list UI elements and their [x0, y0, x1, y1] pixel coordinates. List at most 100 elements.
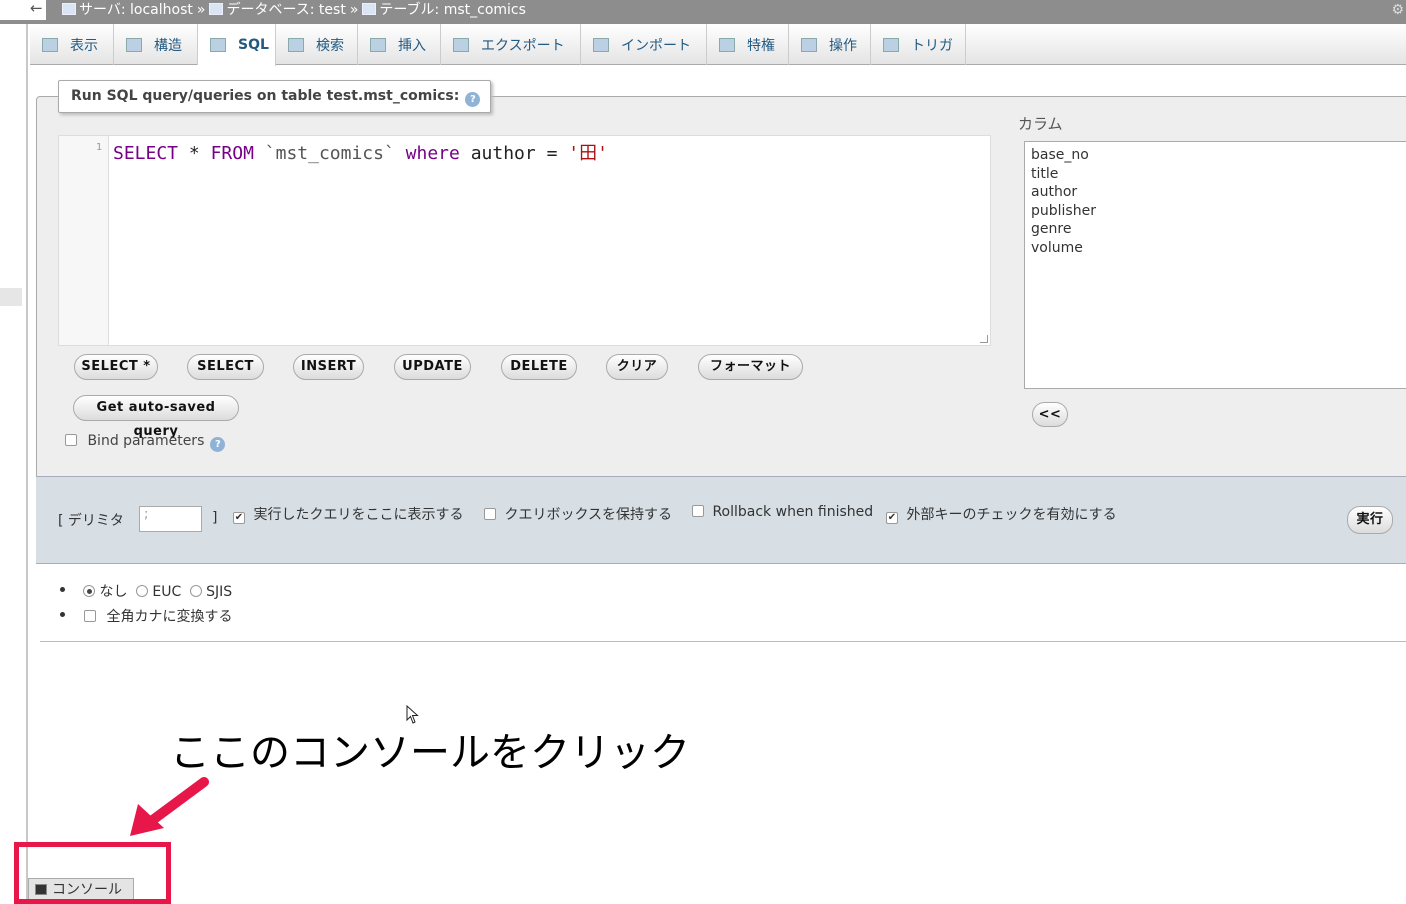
tab-export[interactable]: エクスポート — [441, 24, 581, 65]
tab-privileges[interactable]: 特権 — [707, 24, 789, 65]
columns-label: カラム — [1018, 115, 1063, 133]
insert-icon — [370, 37, 386, 52]
breadcrumb-separator: » — [196, 2, 206, 18]
divider — [40, 641, 1406, 642]
column-option[interactable]: title — [1031, 165, 1403, 184]
list-bullet — [60, 587, 65, 592]
tab-import[interactable]: インポート — [581, 24, 707, 65]
annotation-text: ここのコンソールをクリック — [170, 730, 690, 776]
table-icon — [362, 3, 377, 15]
tab-insert[interactable]: 挿入 — [358, 24, 441, 65]
clear-button[interactable]: クリア — [606, 354, 668, 380]
column-option[interactable]: genre — [1031, 220, 1403, 239]
search-icon — [288, 37, 304, 52]
bind-parameters-label: Bind parameters — [87, 433, 205, 449]
trigger-icon — [883, 37, 899, 52]
keep-query-box-checkbox[interactable] — [484, 508, 496, 520]
sql-operator: = — [546, 143, 558, 164]
column-option[interactable]: base_no — [1031, 146, 1403, 165]
tab-structure[interactable]: 構造 — [114, 24, 198, 65]
kana-option[interactable]: 全角カナに変換する — [84, 606, 232, 626]
navigation-panel-edge — [0, 0, 28, 902]
show-query-option[interactable]: ✔ 実行したクエリをここに表示する — [233, 504, 463, 524]
privileges-icon — [719, 37, 735, 52]
annotation-highlight-box — [14, 842, 171, 904]
gear-icon[interactable]: ⚙ — [1391, 0, 1404, 20]
query-panel-legend: Run SQL query/queries on table test.mst_… — [58, 80, 491, 113]
select-button[interactable]: SELECT — [187, 354, 264, 380]
breadcrumb-table[interactable]: テーブル: mst_comics — [379, 2, 526, 18]
column-option[interactable]: author — [1031, 183, 1403, 202]
delimiter-bracket: ] — [212, 510, 218, 526]
list-bullet — [60, 612, 65, 617]
wrench-icon — [801, 37, 817, 52]
bind-parameters-checkbox[interactable] — [65, 434, 77, 446]
keep-query-box-option[interactable]: クエリボックスを保持する — [484, 504, 672, 524]
tab-search[interactable]: 検索 — [276, 24, 358, 65]
sql-editor[interactable]: 1 SELECT * FROM `mst_comics` where autho… — [58, 135, 991, 346]
execute-button[interactable]: 実行 — [1347, 506, 1393, 534]
tab-bar: 表示 構造 SQL 検索 挿入 エクスポート インポート 特権 操作 トリガ — [30, 24, 1406, 66]
sql-star: * — [188, 143, 200, 164]
encoding-sjis-label: SJIS — [206, 584, 233, 600]
columns-listbox[interactable]: base_no title author publisher genre vol… — [1024, 141, 1406, 389]
tab-operations[interactable]: 操作 — [789, 24, 871, 65]
line-numbers: 1 — [59, 136, 109, 345]
column-option[interactable]: publisher — [1031, 202, 1403, 221]
tab-sql[interactable]: SQL — [198, 24, 276, 66]
bind-parameters-row[interactable]: Bind parameters? — [65, 433, 226, 452]
select-star-button[interactable]: SELECT * — [74, 354, 158, 380]
delimiter-input[interactable]: ; — [139, 506, 202, 532]
rollback-checkbox[interactable] — [692, 505, 704, 517]
format-button[interactable]: フォーマット — [698, 354, 803, 380]
back-arrow-icon[interactable]: ← — [0, 0, 46, 20]
annotation-arrow-icon — [130, 777, 209, 836]
column-option[interactable]: volume — [1031, 239, 1403, 258]
server-icon — [62, 3, 76, 15]
update-button[interactable]: UPDATE — [394, 354, 471, 380]
sql-column-name: author — [470, 143, 536, 164]
database-icon — [209, 3, 224, 15]
encoding-euc-radio[interactable] — [135, 585, 148, 597]
sql-string-value: '田' — [568, 143, 608, 164]
kana-checkbox[interactable] — [84, 610, 96, 622]
show-query-label: 実行したクエリをここに表示する — [253, 507, 464, 523]
delete-button[interactable]: DELETE — [501, 354, 577, 380]
breadcrumb-database[interactable]: データベース: test — [226, 2, 345, 18]
collapse-handle[interactable] — [0, 288, 22, 306]
sql-icon — [210, 38, 226, 52]
resize-handle[interactable] — [980, 335, 988, 343]
encoding-none-label: なし — [99, 584, 128, 600]
help-icon[interactable]: ? — [210, 437, 226, 452]
foreign-key-check-label: 外部キーのチェックを有効にする — [906, 507, 1117, 523]
tab-triggers[interactable]: トリガ — [871, 24, 966, 65]
help-icon[interactable]: ? — [465, 92, 481, 107]
table-browse-icon — [42, 37, 58, 52]
structure-icon — [126, 37, 142, 52]
breadcrumb: ← サーバ: localhost» データベース: test» テーブル: mst_… — [0, 0, 1406, 24]
encoding-euc-label: EUC — [152, 584, 182, 600]
import-icon — [593, 37, 609, 52]
keep-query-box-label: クエリボックスを保持する — [504, 507, 673, 523]
encoding-sjis-radio[interactable] — [189, 585, 202, 597]
foreign-key-check-checkbox[interactable]: ✔ — [886, 512, 898, 524]
rollback-label: Rollback when finished — [712, 504, 874, 520]
foreign-key-check-option[interactable]: ✔ 外部キーのチェックを有効にする — [886, 504, 1117, 524]
insert-column-button[interactable]: << — [1032, 402, 1068, 427]
sql-table-name: `mst_comics` — [264, 143, 395, 164]
rollback-option[interactable]: Rollback when finished — [692, 504, 873, 520]
breadcrumb-separator: » — [349, 2, 359, 18]
show-query-checkbox[interactable]: ✔ — [233, 512, 245, 524]
encoding-options: なし EUC SJIS — [83, 581, 232, 601]
encoding-none-radio[interactable] — [83, 585, 95, 597]
sql-code[interactable]: SELECT * FROM `mst_comics` where author … — [113, 139, 608, 165]
delimiter-label: [ デリミタ — [58, 513, 124, 529]
insert-button[interactable]: INSERT — [293, 354, 364, 380]
sql-keyword-select: SELECT — [113, 143, 179, 164]
export-icon — [453, 37, 469, 52]
tab-browse[interactable]: 表示 — [30, 24, 114, 65]
kana-label: 全角カナに変換する — [106, 609, 233, 625]
breadcrumb-server[interactable]: サーバ: localhost — [79, 2, 193, 18]
get-auto-saved-query-button[interactable]: Get auto-saved query — [73, 395, 239, 439]
sql-keyword-where: where — [405, 143, 460, 164]
